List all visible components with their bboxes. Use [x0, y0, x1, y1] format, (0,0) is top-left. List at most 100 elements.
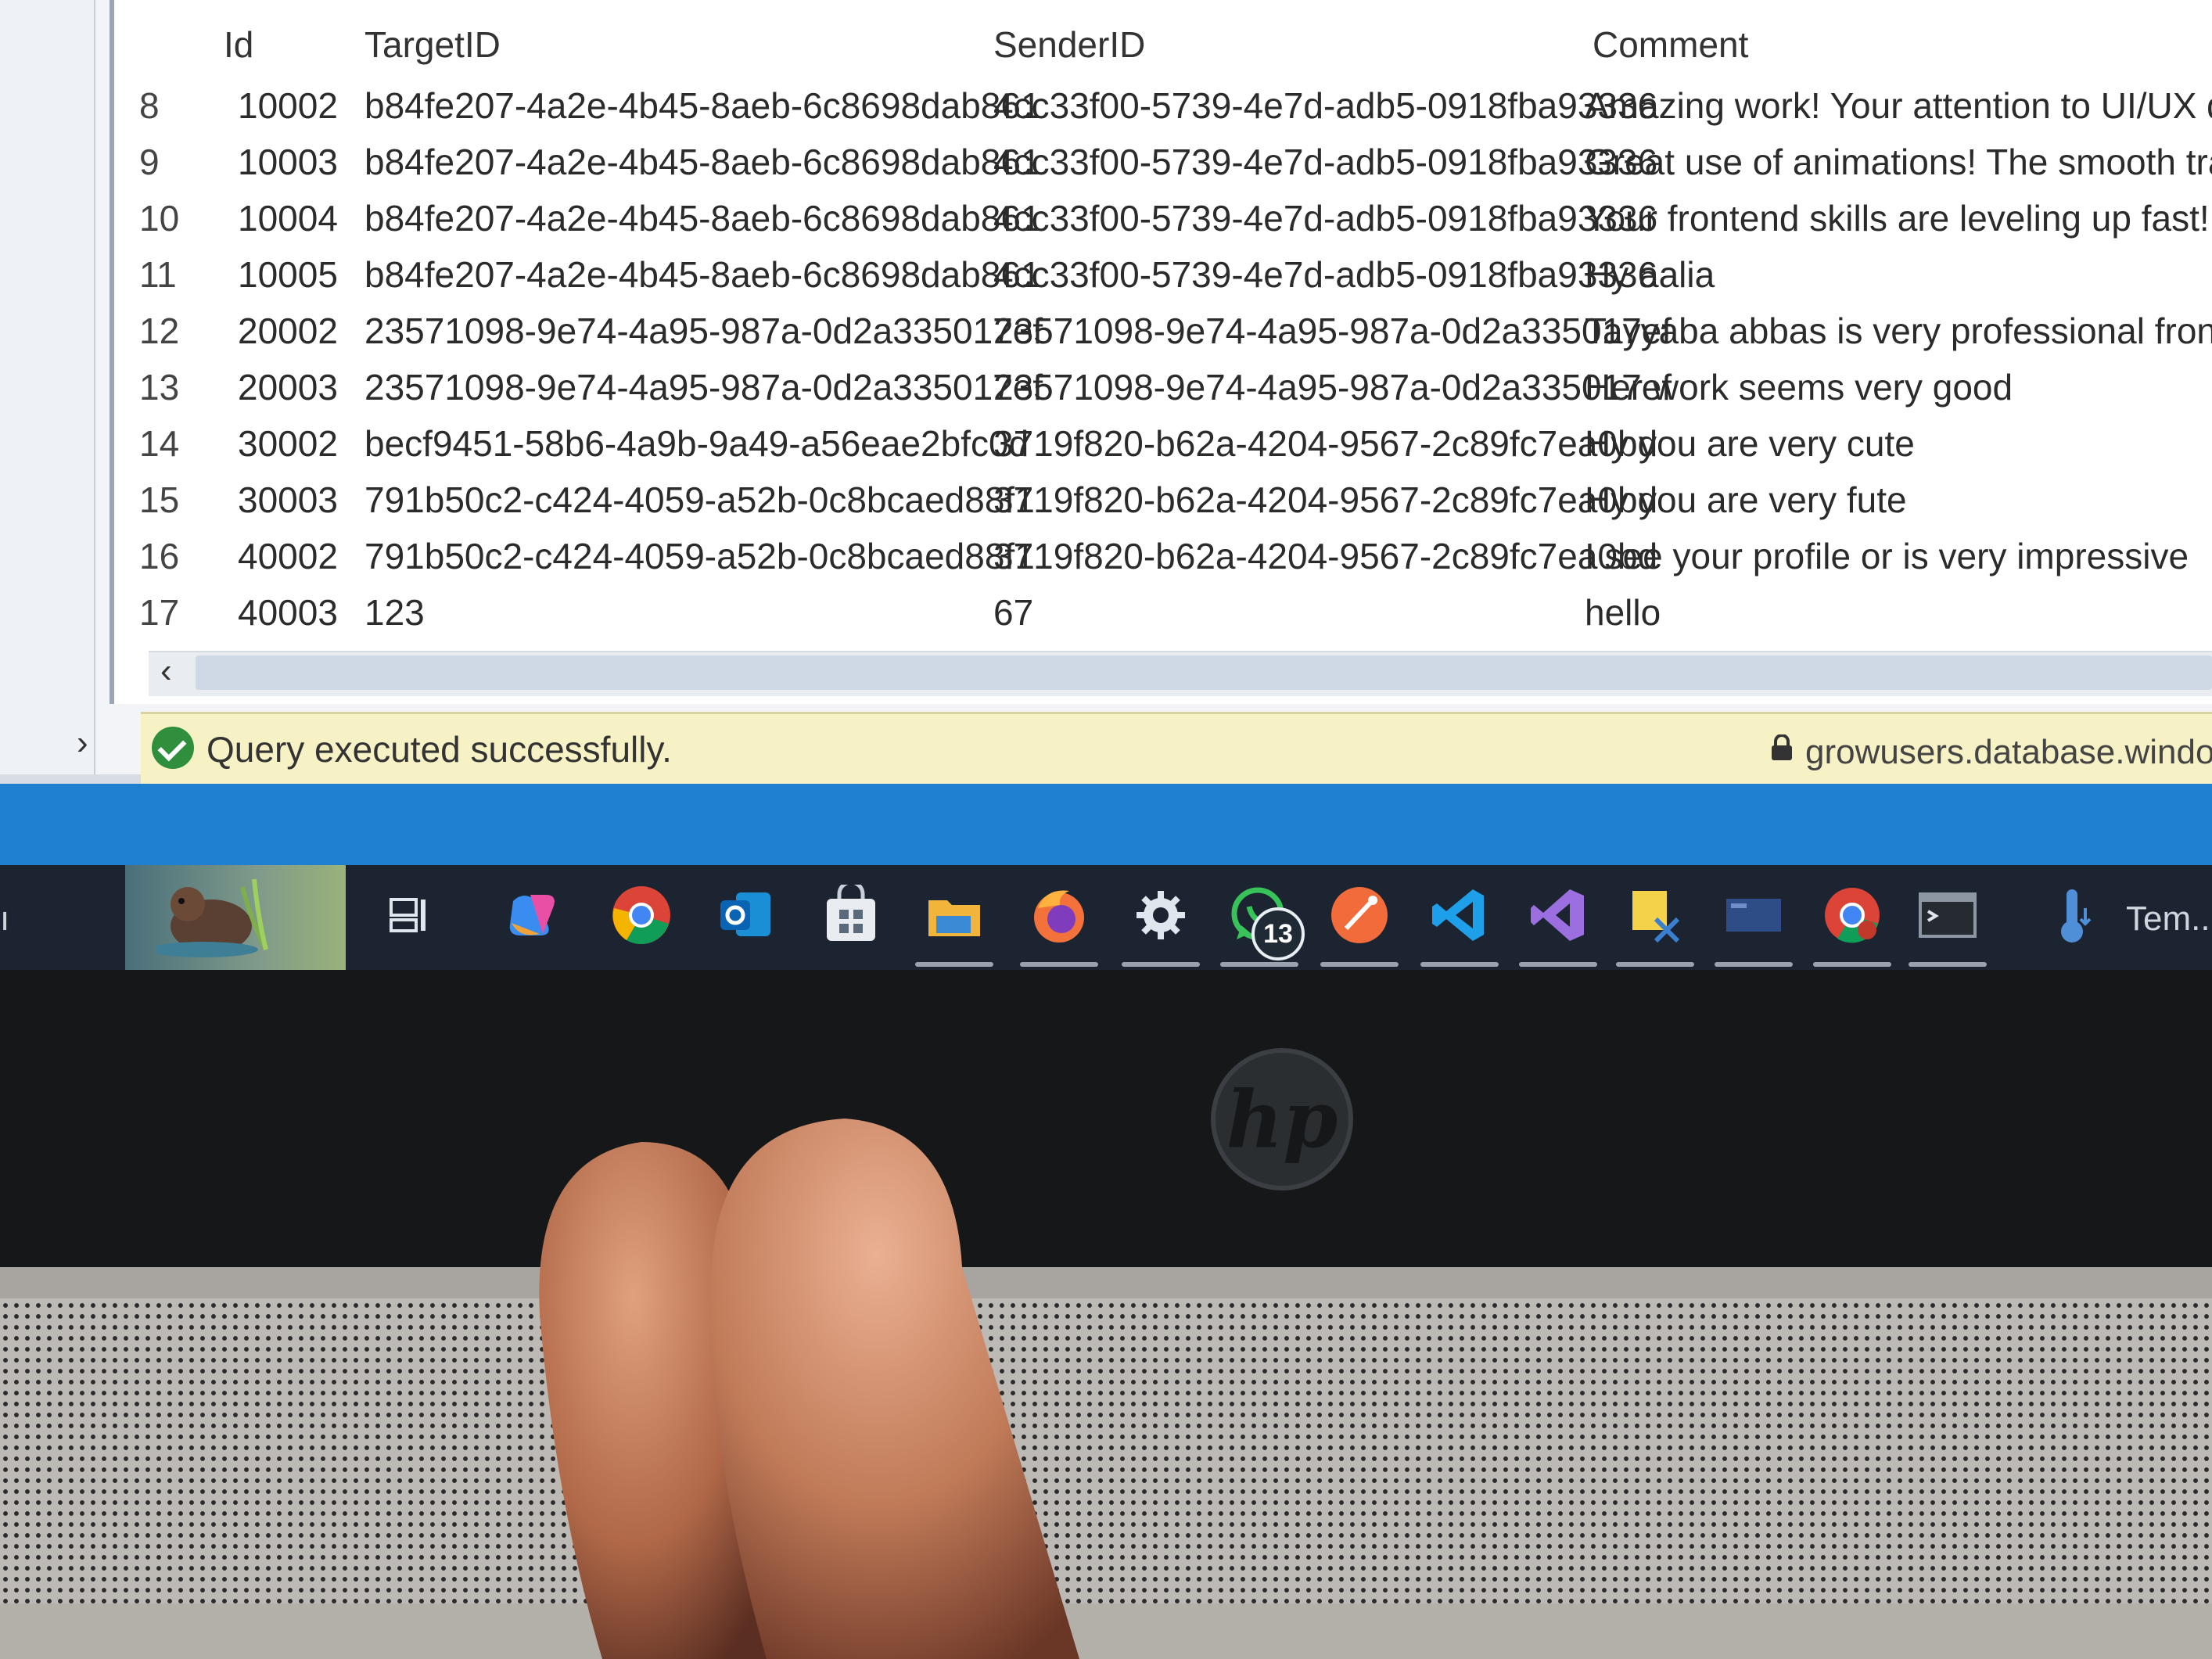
sticky-notes-icon[interactable]	[1622, 882, 1688, 948]
row-number: 17	[139, 592, 180, 633]
results-grid: Id TargetID SenderID Comment 8 10002 b84…	[110, 0, 2212, 704]
cell-targetid[interactable]: becf9451-58b6-4a9b-9a49-a56eae2bfc0d	[364, 422, 1029, 465]
weather-temperature-label[interactable]: Tem...	[2126, 900, 2212, 939]
row-number: 9	[139, 142, 160, 182]
cell-comment[interactable]: Amazing work! Your attention to UI/UX de…	[1585, 84, 2212, 127]
cell-id[interactable]: 10003	[238, 141, 338, 183]
laptop-screen: › Id TargetID SenderID Comment 8 10002 b…	[0, 0, 2212, 970]
keyboard-deck-bottom	[0, 1603, 2212, 1659]
cell-id[interactable]: 10004	[238, 197, 338, 239]
postman-icon[interactable]	[1327, 882, 1392, 948]
cell-senderid[interactable]: 4cc33f00-5739-4e7d-adb5-0918fba93336	[993, 197, 1657, 239]
widgets-icon[interactable]	[125, 865, 346, 970]
visual-studio-icon[interactable]	[1525, 882, 1591, 948]
lock-icon	[1772, 734, 1792, 760]
column-header-id[interactable]: Id	[224, 23, 253, 66]
cell-senderid[interactable]: 23571098-9e74-4a95-987a-0d2a335017ef	[993, 310, 1672, 352]
notification-badge: 13	[1251, 907, 1305, 961]
row-number: 10	[139, 198, 180, 239]
cell-id[interactable]: 10005	[238, 253, 338, 296]
terminal-icon[interactable]	[1915, 882, 1980, 948]
cell-senderid[interactable]: 3719f820-b62a-4204-9567-2c89fc7ea0bd	[993, 535, 1657, 577]
vscode-icon[interactable]	[1427, 882, 1492, 948]
cell-senderid[interactable]: 67	[993, 591, 1033, 634]
cell-id[interactable]: 30002	[238, 422, 338, 465]
firefox-icon[interactable]	[1026, 882, 1092, 948]
cell-targetid[interactable]: b84fe207-4a2e-4b45-8aeb-6c8698dab861	[364, 84, 1041, 127]
cell-comment[interactable]: Hy you are very cute	[1585, 422, 1915, 465]
cell-targetid[interactable]: 791b50c2-c424-4059-a52b-0c8bcaed88f1	[364, 479, 1035, 521]
file-explorer-icon[interactable]	[921, 882, 987, 948]
table-row[interactable]: 17 40003 123 67 hello	[114, 585, 2212, 641]
keyboard-deck-edge	[0, 1267, 2212, 1298]
cell-id[interactable]: 10002	[238, 84, 338, 127]
table-row[interactable]: 15 30003 791b50c2-c424-4059-a52b-0c8bcae…	[114, 472, 2212, 529]
cell-comment[interactable]: Hy aalia	[1585, 253, 1715, 296]
cell-id[interactable]: 30003	[238, 479, 338, 521]
cell-senderid[interactable]: 4cc33f00-5739-4e7d-adb5-0918fba93336	[993, 141, 1657, 183]
server-name: growusers.database.windows.	[1805, 733, 2212, 771]
running-indicator	[1813, 962, 1891, 967]
copilot-icon[interactable]	[501, 882, 566, 948]
cell-comment[interactable]: hello	[1585, 591, 1661, 634]
object-explorer-pane[interactable]	[0, 0, 95, 774]
store-icon[interactable]	[818, 882, 884, 948]
cell-comment[interactable]: Hy you are very fute	[1585, 479, 1907, 521]
cell-targetid[interactable]: 23571098-9e74-4a95-987a-0d2a335017ef	[364, 310, 1043, 352]
cell-id[interactable]: 20003	[238, 366, 338, 408]
expand-chevron-icon[interactable]: ›	[77, 726, 88, 760]
table-row[interactable]: 12 20002 23571098-9e74-4a95-987a-0d2a335…	[114, 303, 2212, 360]
table-row[interactable]: 10 10004 b84fe207-4a2e-4b45-8aeb-6c8698d…	[114, 191, 2212, 247]
cell-comment[interactable]: Your frontend skills are leveling up fas…	[1585, 197, 2212, 239]
cell-senderid[interactable]: 23571098-9e74-4a95-987a-0d2a335017ef	[993, 366, 1672, 408]
running-indicator	[915, 962, 993, 967]
outlook-icon[interactable]	[713, 882, 779, 948]
beaver-widget-icon	[156, 878, 268, 957]
row-number: 13	[139, 367, 180, 408]
table-row[interactable]: 9 10003 b84fe207-4a2e-4b45-8aeb-6c8698da…	[114, 135, 2212, 191]
cell-targetid[interactable]: b84fe207-4a2e-4b45-8aeb-6c8698dab861	[364, 197, 1041, 239]
cell-targetid[interactable]: 791b50c2-c424-4059-a52b-0c8bcaed88f1	[364, 535, 1035, 577]
scrollbar-thumb[interactable]	[196, 655, 2212, 690]
cell-comment[interactable]: Her work seems very good	[1585, 366, 2013, 408]
table-row[interactable]: 11 10005 b84fe207-4a2e-4b45-8aeb-6c8698d…	[114, 247, 2212, 303]
task-view-icon[interactable]	[375, 882, 441, 948]
column-header-comment[interactable]: Comment	[1593, 23, 1748, 66]
cell-senderid[interactable]: 4cc33f00-5739-4e7d-adb5-0918fba93336	[993, 253, 1657, 296]
running-indicator	[1220, 962, 1298, 967]
cell-targetid[interactable]: b84fe207-4a2e-4b45-8aeb-6c8698dab861	[364, 253, 1041, 296]
cell-targetid[interactable]: 23571098-9e74-4a95-987a-0d2a335017ef	[364, 366, 1043, 408]
speaker-grille	[0, 1267, 2212, 1659]
cell-targetid[interactable]: 123	[364, 591, 425, 634]
hp-logo-icon: hp	[1211, 1048, 1353, 1190]
taskbar: ı Tem...	[0, 865, 2212, 970]
remote-desktop-icon[interactable]	[1721, 882, 1786, 948]
column-header-senderid[interactable]: SenderID	[993, 23, 1145, 66]
row-number: 15	[139, 479, 180, 520]
table-row[interactable]: 13 20003 23571098-9e74-4a95-987a-0d2a335…	[114, 360, 2212, 416]
table-row[interactable]: 16 40002 791b50c2-c424-4059-a52b-0c8bcae…	[114, 529, 2212, 585]
cell-id[interactable]: 20002	[238, 310, 338, 352]
chrome-icon[interactable]	[609, 882, 674, 948]
chrome-app-icon[interactable]	[1819, 882, 1885, 948]
cell-senderid[interactable]: 4cc33f00-5739-4e7d-adb5-0918fba93336	[993, 84, 1657, 127]
settings-icon[interactable]	[1128, 882, 1194, 948]
row-number: 14	[139, 423, 180, 464]
table-row[interactable]: 14 30002 becf9451-58b6-4a9b-9a49-a56eae2…	[114, 416, 2212, 472]
cell-comment[interactable]: Tayyaba abbas is very professional front…	[1585, 310, 2212, 352]
row-number: 16	[139, 536, 180, 576]
cell-senderid[interactable]: 3719f820-b62a-4204-9567-2c89fc7ea0bd	[993, 422, 1657, 465]
cell-id[interactable]: 40003	[238, 591, 338, 634]
scroll-left-icon[interactable]: ‹	[160, 654, 172, 688]
cell-senderid[interactable]: 3719f820-b62a-4204-9567-2c89fc7ea0bd	[993, 479, 1657, 521]
running-indicator	[1122, 962, 1200, 967]
cell-comment[interactable]: Great use of animations! The smooth tran…	[1585, 141, 2212, 183]
cell-id[interactable]: 40002	[238, 535, 338, 577]
row-number: 12	[139, 311, 180, 351]
table-row[interactable]: 8 10002 b84fe207-4a2e-4b45-8aeb-6c8698da…	[114, 78, 2212, 135]
running-indicator	[1420, 962, 1499, 967]
cell-targetid[interactable]: b84fe207-4a2e-4b45-8aeb-6c8698dab861	[364, 141, 1041, 183]
running-indicator	[1519, 962, 1597, 967]
cell-comment[interactable]: I see your profile or is very impressive	[1585, 535, 2189, 577]
column-header-targetid[interactable]: TargetID	[364, 23, 501, 66]
